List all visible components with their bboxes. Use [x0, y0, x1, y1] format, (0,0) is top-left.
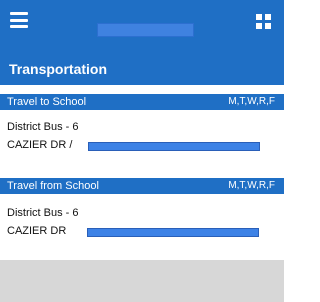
travel-from-school-header: Travel from School M,T,W,R,F — [0, 178, 284, 194]
app-header: Transportation — [0, 0, 284, 85]
page-title: Transportation — [9, 61, 108, 77]
redacted-address — [87, 228, 259, 237]
hamburger-menu-icon[interactable] — [10, 12, 28, 28]
redacted-user-name — [97, 23, 194, 37]
section-days: M,T,W,R,F — [228, 180, 275, 191]
bus-stop-label: CAZIER DR — [7, 225, 67, 237]
section-days: M,T,W,R,F — [228, 96, 275, 107]
grid-apps-icon[interactable] — [256, 14, 271, 29]
section-title: Travel from School — [7, 180, 99, 192]
bus-route-label: District Bus - 6 — [7, 207, 79, 219]
bottom-gray-area — [0, 260, 284, 302]
bus-stop-label: CAZIER DR / — [7, 139, 73, 151]
section-title: Travel to School — [7, 96, 87, 108]
travel-to-school-header: Travel to School M,T,W,R,F — [0, 94, 284, 110]
bus-route-label: District Bus - 6 — [7, 121, 79, 133]
redacted-address — [88, 142, 260, 151]
